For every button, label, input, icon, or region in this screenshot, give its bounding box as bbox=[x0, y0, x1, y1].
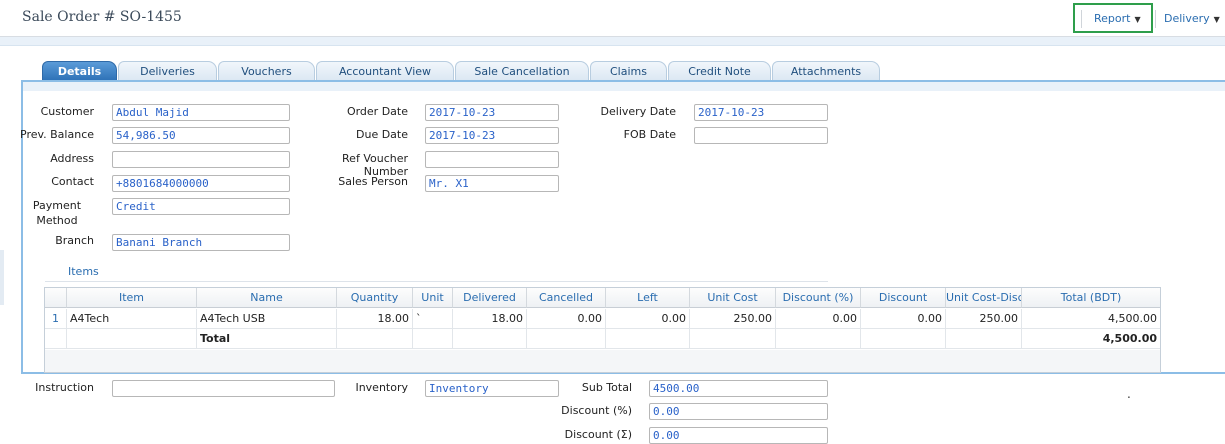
cell-unit-cost-disc[interactable]: 250.00 bbox=[946, 309, 1022, 329]
col-header-discount[interactable]: Discount bbox=[861, 288, 946, 308]
customer-label: Customer bbox=[40, 105, 94, 118]
payment-label-line1: Payment bbox=[32, 199, 82, 212]
col-header-item[interactable]: Item bbox=[67, 288, 197, 308]
cell-quantity[interactable]: 18.00 bbox=[337, 309, 413, 329]
sub-total-field[interactable]: 4500.00 bbox=[649, 380, 828, 397]
total-row-cell bbox=[527, 329, 606, 349]
ref-voucher-field[interactable] bbox=[425, 151, 559, 168]
tab-vouchers[interactable]: Vouchers bbox=[218, 61, 315, 80]
tab-attachments[interactable]: Attachments bbox=[772, 61, 880, 80]
total-row-cell bbox=[413, 329, 453, 349]
delivery-label: Delivery bbox=[1164, 12, 1210, 25]
contact-label: Contact bbox=[51, 175, 94, 188]
inventory-label: Inventory bbox=[355, 381, 408, 394]
address-label: Address bbox=[50, 152, 94, 165]
instruction-label: Instruction bbox=[35, 381, 94, 394]
cell-unit[interactable]: ` bbox=[413, 309, 453, 329]
col-header-cancelled[interactable]: Cancelled bbox=[527, 288, 606, 308]
divider bbox=[1081, 10, 1082, 28]
page-header bbox=[0, 0, 1225, 37]
tab-credit-note[interactable]: Credit Note bbox=[668, 61, 771, 80]
branch-field[interactable]: Banani Branch bbox=[112, 234, 290, 251]
order-date-field[interactable]: 2017-10-23 bbox=[425, 104, 559, 121]
delivery-menu-button[interactable]: Delivery ▼ bbox=[1164, 12, 1220, 25]
col-header-total[interactable]: Total (BDT) bbox=[1022, 288, 1160, 308]
tab-sale-cancellation[interactable]: Sale Cancellation bbox=[455, 61, 589, 80]
items-title: Items bbox=[68, 265, 99, 278]
total-row-cell bbox=[337, 329, 413, 349]
cell-discount-pct[interactable]: 0.00 bbox=[776, 309, 861, 329]
col-header-unit[interactable]: Unit bbox=[413, 288, 453, 308]
report-label: Report bbox=[1094, 12, 1131, 25]
col-header-name[interactable]: Name bbox=[197, 288, 337, 308]
cell-unit-cost[interactable]: 250.00 bbox=[690, 309, 776, 329]
sales-person-label: Sales Person bbox=[338, 175, 408, 188]
fob-date-label: FOB Date bbox=[623, 128, 676, 141]
order-date-label: Order Date bbox=[346, 105, 408, 118]
discount-pct-field[interactable]: 0.00 bbox=[649, 403, 828, 420]
chevron-down-icon: ▼ bbox=[1134, 15, 1141, 24]
tab-accountant-view[interactable]: Accountant View bbox=[316, 61, 454, 80]
col-header-unit-cost-disc[interactable]: Unit Cost-Disc bbox=[946, 288, 1022, 308]
discount-sum-field[interactable]: 0.00 bbox=[649, 427, 828, 444]
cell-name[interactable]: A4Tech USB bbox=[197, 309, 337, 329]
col-header-unit-cost[interactable]: Unit Cost bbox=[690, 288, 776, 308]
tab-claims[interactable]: Claims bbox=[590, 61, 667, 80]
address-field[interactable] bbox=[112, 151, 290, 168]
cell-total[interactable]: 4,500.00 bbox=[1022, 309, 1160, 329]
page-title: Sale Order # SO-1455 bbox=[22, 9, 182, 25]
col-header-delivered[interactable]: Delivered bbox=[453, 288, 527, 308]
due-date-label: Due Date bbox=[356, 128, 408, 141]
payment-label-line2: Method bbox=[36, 214, 78, 227]
branch-label: Branch bbox=[55, 234, 94, 247]
grid-footer bbox=[45, 350, 1160, 372]
sub-total-label: Sub Total bbox=[581, 381, 632, 394]
total-row-cell bbox=[946, 329, 1022, 349]
due-date-field[interactable]: 2017-10-23 bbox=[425, 127, 559, 144]
panel-band bbox=[23, 82, 1225, 91]
payment-method-field[interactable]: Credit bbox=[112, 198, 290, 215]
items-divider bbox=[45, 281, 828, 282]
tab-details[interactable]: Details bbox=[42, 61, 117, 80]
cell-cancelled[interactable]: 0.00 bbox=[527, 309, 606, 329]
inventory-field[interactable]: Inventory bbox=[425, 380, 559, 397]
prev-balance-label: Prev. Balance bbox=[20, 128, 95, 141]
delivery-date-field[interactable]: 2017-10-23 bbox=[694, 104, 828, 121]
total-row-blank bbox=[67, 329, 197, 349]
sales-person-field[interactable]: Mr. X1 bbox=[425, 175, 559, 192]
prev-balance-field[interactable]: 54,986.50 bbox=[112, 127, 290, 144]
stray-dot: . bbox=[1127, 387, 1131, 401]
total-row-label: Total bbox=[197, 329, 337, 349]
cell-left[interactable]: 0.00 bbox=[606, 309, 690, 329]
col-header-left[interactable]: Left bbox=[606, 288, 690, 308]
report-menu-button[interactable]: Report ▼ bbox=[1094, 12, 1141, 25]
left-edge-strip bbox=[0, 250, 4, 305]
header-band bbox=[0, 37, 1225, 46]
cell-discount[interactable]: 0.00 bbox=[861, 309, 946, 329]
total-row-cell bbox=[453, 329, 527, 349]
total-row-cell bbox=[861, 329, 946, 349]
chevron-down-icon: ▼ bbox=[1213, 15, 1220, 24]
discount-pct-label: Discount (%) bbox=[561, 404, 632, 417]
delivery-date-label: Delivery Date bbox=[600, 105, 676, 118]
discount-sum-label: Discount (Σ) bbox=[564, 428, 632, 441]
total-row-cell bbox=[690, 329, 776, 349]
cell-item[interactable]: A4Tech bbox=[67, 309, 197, 329]
customer-field[interactable]: Abdul Majid bbox=[112, 104, 290, 121]
divider bbox=[1155, 10, 1156, 28]
contact-field[interactable]: +8801684000000 bbox=[112, 175, 290, 192]
row-number: 1 bbox=[45, 309, 67, 329]
instruction-field[interactable] bbox=[112, 380, 335, 397]
total-row-num bbox=[45, 329, 67, 349]
total-row-value: 4,500.00 bbox=[1022, 329, 1160, 349]
tab-deliveries[interactable]: Deliveries bbox=[118, 61, 217, 80]
total-row-cell bbox=[606, 329, 690, 349]
fob-date-field[interactable] bbox=[694, 127, 828, 144]
payment-method-label: Payment Method bbox=[20, 199, 94, 227]
grid-header-rownum bbox=[45, 288, 67, 308]
col-header-discount-pct[interactable]: Discount (%) bbox=[776, 288, 861, 308]
col-header-quantity[interactable]: Quantity bbox=[337, 288, 413, 308]
cell-delivered[interactable]: 18.00 bbox=[453, 309, 527, 329]
total-row-cell bbox=[776, 329, 861, 349]
